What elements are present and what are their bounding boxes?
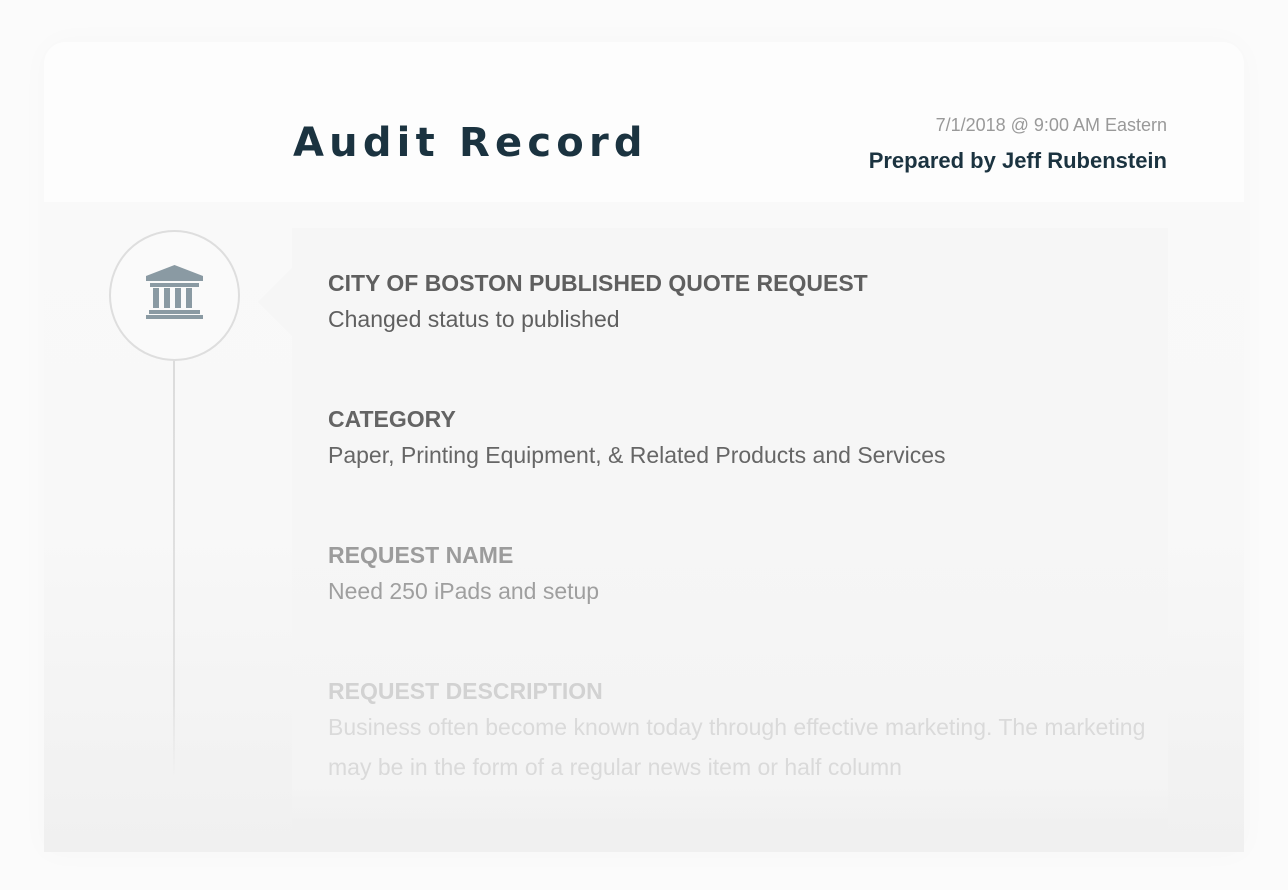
- field-value: Need 250 iPads and setup: [328, 578, 600, 604]
- field-category: CATEGORY Paper, Printing Equipment, & Re…: [328, 404, 1148, 475]
- audit-record-card: Audit Record 7/1/2018 @ 9:00 AM Eastern …: [44, 42, 1244, 852]
- bank-building-icon: [146, 265, 203, 319]
- field-label: CITY OF BOSTON PUBLISHED QUOTE REQUEST: [328, 270, 868, 296]
- field-label: CATEGORY: [328, 406, 456, 432]
- field-request-name: REQUEST NAME Need 250 iPads and setup: [328, 540, 1148, 611]
- field-label: REQUEST NAME: [328, 542, 514, 568]
- field-request-description: REQUEST DESCRIPTION Business often becom…: [328, 676, 1148, 787]
- timeline-node: [109, 230, 240, 361]
- field-value: Business often become known today throug…: [328, 714, 1146, 780]
- fade-overlay: [292, 788, 1168, 852]
- entry-pointer: [258, 268, 292, 336]
- page-title: Audit Record: [293, 120, 648, 166]
- prepared-by: Prepared by Jeff Rubenstein: [868, 148, 1167, 173]
- record-timestamp: 7/1/2018 @ 9:00 AM Eastern: [935, 115, 1167, 135]
- field-event: CITY OF BOSTON PUBLISHED QUOTE REQUEST C…: [328, 268, 1148, 339]
- field-label: REQUEST DESCRIPTION: [328, 678, 603, 704]
- timeline-line: [173, 358, 175, 778]
- field-value: Changed status to published: [328, 306, 620, 332]
- field-value: Paper, Printing Equipment, & Related Pro…: [328, 442, 946, 468]
- audit-entry-panel: CITY OF BOSTON PUBLISHED QUOTE REQUEST C…: [292, 228, 1168, 852]
